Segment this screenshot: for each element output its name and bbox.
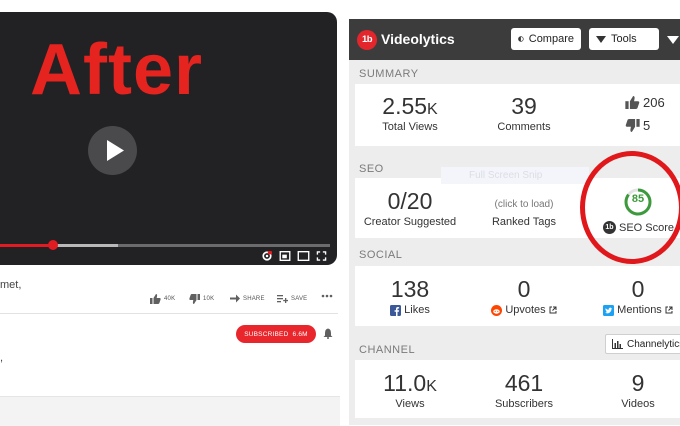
share-icon <box>230 294 240 303</box>
summary-dislikes: 5 <box>625 118 650 133</box>
dislike-button[interactable]: 10K <box>189 294 214 304</box>
channel-videos-value: 9 <box>631 370 645 396</box>
channel-subscribers-value: 461 <box>504 370 544 396</box>
highlight-circle-annotation <box>580 151 680 264</box>
video-description-fragment: met, <box>0 279 22 291</box>
theater-mode-icon[interactable] <box>297 251 310 261</box>
save-label: SAVE <box>291 295 308 302</box>
reddit-upvotes-value: 0 <box>517 276 531 302</box>
ranked-tags-label: Ranked Tags <box>491 216 556 228</box>
facebook-icon <box>390 304 402 316</box>
thumbs-up-icon <box>150 294 161 304</box>
channelytics-label: Channelytics <box>627 338 680 350</box>
like-button[interactable]: 40K <box>150 294 175 304</box>
thumbs-down-icon <box>625 119 640 132</box>
half-circle-icon <box>518 36 524 42</box>
comments-value: 39 <box>511 93 537 119</box>
caret-down-icon <box>596 35 606 43</box>
creator-suggested-stat: 0/20 Creator Suggested <box>363 188 457 229</box>
total-views-label: Total Views <box>382 121 438 133</box>
more-actions-button[interactable] <box>321 294 333 298</box>
share-button[interactable]: SHARE <box>230 294 265 303</box>
comments-stat: 39 Comments <box>484 93 564 134</box>
more-horizontal-icon <box>321 294 333 298</box>
compare-label: Compare <box>528 33 574 45</box>
channel-subscribers-stat: 461 Subscribers <box>484 370 564 411</box>
settings-icon[interactable] <box>261 251 273 261</box>
channel-videos-stat: 9 Videos <box>598 370 678 411</box>
channel-views-value: 11.0 <box>383 370 427 396</box>
snip-overlay-hint: Full Screen Snip <box>441 167 589 184</box>
seo-section-label: SEO <box>359 163 384 175</box>
video-overlay-text: After <box>30 30 204 110</box>
progress-bar[interactable] <box>0 240 330 250</box>
external-link-icon <box>665 306 673 314</box>
channel-views-unit: K <box>426 378 437 395</box>
summary-likes-value: 206 <box>643 95 665 110</box>
summary-likes: 206 <box>625 95 665 110</box>
compare-button[interactable]: Compare <box>511 28 581 50</box>
videolytics-title: Videolytics <box>381 31 455 47</box>
tools-button[interactable]: Tools <box>589 28 659 50</box>
subscribe-label: SUBSCRIBED <box>244 330 289 338</box>
subscriber-count: 6.6M <box>292 330 308 338</box>
video-player[interactable]: After <box>0 12 337 265</box>
playlist-add-icon <box>277 295 288 303</box>
miniplayer-icon[interactable] <box>279 251 291 261</box>
dislike-count: 10K <box>203 296 215 302</box>
divider <box>0 313 338 314</box>
channelytics-button[interactable]: Channelytics <box>605 334 680 354</box>
reddit-upvotes-label: Upvotes <box>505 304 546 316</box>
progress-played <box>0 244 53 247</box>
progress-scrubber[interactable] <box>47 240 58 250</box>
ranked-tags-hint: (click to load) <box>494 199 554 210</box>
reddit-icon <box>491 304 503 316</box>
fullscreen-icon[interactable] <box>316 251 327 261</box>
subscribe-button[interactable]: SUBSCRIBED 6.6M <box>236 325 316 343</box>
save-button[interactable]: SAVE <box>277 294 307 303</box>
creator-suggested-value: 0/20 <box>387 188 433 214</box>
summary-dislikes-value: 5 <box>643 118 651 133</box>
channel-views-stat: 11.0K Views <box>368 370 452 411</box>
channel-views-label: Views <box>395 398 425 410</box>
facebook-likes-stat[interactable]: 138 Likes <box>370 278 450 316</box>
reddit-upvotes-stat[interactable]: 0 Upvotes <box>484 278 564 316</box>
external-link-icon <box>549 306 557 314</box>
comments-label: Comments <box>497 121 551 133</box>
videolytics-header: 1b Videolytics Compare Tools <box>349 19 680 60</box>
total-views-unit: K <box>427 101 438 118</box>
play-icon <box>107 140 124 161</box>
social-section-label: SOCIAL <box>359 249 403 261</box>
twitter-mentions-label: Mentions <box>617 304 662 316</box>
collapse-panel-icon[interactable] <box>667 36 679 44</box>
facebook-likes-value: 138 <box>390 276 430 302</box>
metadata-fragment: , <box>0 352 4 364</box>
page-section <box>0 396 340 426</box>
summary-section-label: SUMMARY <box>359 68 419 80</box>
twitter-mentions-value: 0 <box>631 276 645 302</box>
thumbs-up-icon <box>625 96 640 109</box>
videolytics-logo: 1b <box>357 30 377 50</box>
bar-chart-icon <box>612 339 623 349</box>
notification-bell-icon[interactable] <box>323 328 333 339</box>
facebook-likes-label: Likes <box>404 304 430 316</box>
twitter-mentions-stat[interactable]: 0 Mentions <box>598 278 678 316</box>
ranked-tags-stat[interactable]: (click to load) Ranked Tags <box>482 196 566 228</box>
channel-videos-label: Videos <box>621 398 655 410</box>
tools-label: Tools <box>611 33 637 45</box>
total-views-value: 2.55 <box>382 93 428 119</box>
creator-suggested-label: Creator Suggested <box>363 216 457 228</box>
like-count: 40K <box>164 296 176 302</box>
total-views-stat: 2.55K Total Views <box>368 93 452 134</box>
play-button[interactable] <box>88 126 137 175</box>
share-label: SHARE <box>243 295 265 302</box>
channel-section-label: CHANNEL <box>359 344 416 356</box>
twitter-icon <box>603 304 615 316</box>
channel-subscribers-label: Subscribers <box>494 398 554 410</box>
thumbs-down-icon <box>189 294 200 304</box>
